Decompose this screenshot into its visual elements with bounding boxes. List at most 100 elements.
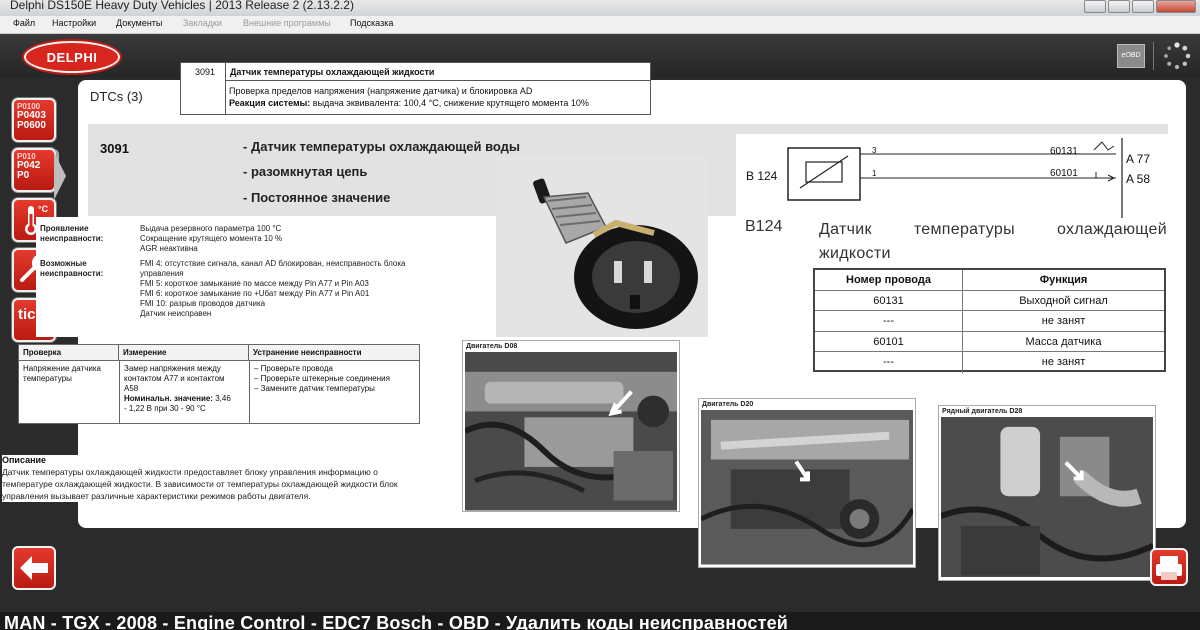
wire-number-cell: 60131 — [815, 290, 963, 310]
engine-photo-d28: Рядный двигатель D28 — [938, 405, 1156, 581]
minimize-button[interactable] — [1084, 0, 1106, 13]
delphi-logo: DELPHI — [24, 41, 120, 73]
header-wire-number: Номер провода — [815, 270, 963, 290]
function-cell: Выходной сигнал — [1019, 294, 1108, 307]
wire-table: Номер провода Функция 60131 Выходной сиг… — [813, 268, 1166, 373]
menu-bookmarks: Закладки — [183, 18, 222, 28]
popup-reaction: Реакция системы: выдача эквивалента: 100… — [229, 98, 589, 108]
possible-causes-text: FMI 4: отсутствие сигнала, канал AD блок… — [140, 259, 405, 319]
engine-image — [941, 417, 1153, 578]
reaction-text: выдача эквивалента: 100,4 °C, снижение к… — [310, 98, 589, 108]
description-heading: Описание — [2, 455, 47, 465]
schematic-drawing — [787, 138, 1123, 218]
connector-bottom: A 58 — [1126, 172, 1151, 186]
text-line: Выдача резервного параметра 100 °C — [140, 224, 282, 233]
back-button[interactable] — [12, 546, 56, 590]
label-line: неисправности: — [40, 234, 104, 243]
label-line: Проявление — [40, 224, 89, 233]
nominal-line: Номинальн. значение: 3,46 — [124, 394, 249, 404]
breadcrumb-path: MAN - TGX - 2008 - Engine Control - EDC7… — [4, 613, 789, 630]
description-block: Описание Датчик температуры охлаждающей … — [2, 455, 460, 502]
manifestation-text: Выдача резервного параметра 100 °C Сокра… — [140, 224, 282, 254]
nominal-range: - 1,22 В при 30 - 90 °C — [124, 404, 206, 413]
engine-image — [701, 410, 913, 565]
wire-number-cell: --- — [815, 352, 963, 373]
label-line: неисправности: — [40, 269, 104, 278]
dtc-line-3: - Постоянное значение — [243, 190, 391, 205]
dtc-clear-icon[interactable]: P010 P042 P0 — [12, 148, 56, 192]
text-line: FMI 10: разрыв проводов датчика — [140, 299, 266, 308]
component-name: Датчик температуры охлаждающей жидкости — [819, 221, 1167, 262]
cell-line: A58 — [124, 384, 139, 393]
dtc-line-1: - Датчик температуры охлаждающей воды — [243, 139, 521, 154]
cell-line: температуры — [23, 374, 72, 383]
back-arrow-icon — [20, 556, 48, 580]
nominal-value: 3,46 — [212, 394, 231, 403]
text-line: AGR неактивна — [140, 244, 198, 253]
measure-cell: Замер напряжения между контактом A77 и к… — [119, 361, 249, 423]
menu-documents[interactable]: Документы — [116, 18, 162, 28]
restore-button[interactable] — [1108, 0, 1130, 13]
component-id: B124 — [745, 218, 783, 235]
measure-header: Измерение — [119, 345, 249, 361]
cell-line: Напряжение датчика — [23, 364, 101, 373]
text-line: FMI 6: короткое замыкание по +Uбат между… — [140, 289, 370, 298]
close-button[interactable] — [1156, 0, 1196, 13]
reaction-label: Реакция системы: — [229, 98, 311, 108]
text-line: Датчик температуры охлаждающей жидкости … — [2, 467, 378, 477]
dtc-info-popup: 3091 Датчик температуры охлаждающей жидк… — [180, 62, 651, 115]
menu-external-programs: Внешние программы — [243, 18, 331, 28]
function-cell: не занят — [1041, 315, 1086, 327]
table-row: --- не занят — [815, 311, 1164, 332]
text-line: Сокращение крутящего момента 10 % — [140, 234, 283, 243]
function-cell: не занят — [1041, 356, 1086, 368]
celsius-label: °C — [38, 204, 49, 214]
text-line: температуре охлаждающей жидкости. В зави… — [2, 479, 398, 489]
text-line: управления вызывает различные характерис… — [2, 491, 311, 501]
window-title: Delphi DS150E Heavy Duty Vehicles | 2013… — [10, 0, 354, 12]
pin-top: 3 — [872, 146, 877, 155]
popup-header: Датчик температуры охлаждающей жидкости — [226, 63, 650, 81]
engine-photo-d08: Двигатель D08 — [462, 340, 680, 512]
menu-help[interactable]: Подсказка — [350, 18, 393, 28]
popup-code: 3091 — [181, 63, 226, 114]
code-3: P0 — [17, 170, 30, 181]
dtc-list-icon[interactable]: P0100 P0403 P0600 — [12, 98, 56, 142]
active-indicator-arrow — [54, 152, 66, 200]
check-cell: Напряжение датчика температуры — [19, 361, 119, 384]
label-line: Возможные — [40, 259, 87, 268]
wiring-schematic: B 124 3 1 60131 60101 A 77 A 58 — [736, 134, 1168, 222]
menu-file[interactable]: Файл — [13, 18, 35, 28]
component-label: B 124 — [746, 169, 778, 183]
wire-number-cell: --- — [815, 311, 963, 331]
table-row: 60101 Масса датчика — [815, 331, 1164, 352]
window-controls — [1084, 0, 1196, 14]
dtc-line-2: - разомкнутая цепь — [243, 164, 368, 179]
engine-photo-d20: Двигатель D20 — [698, 398, 916, 568]
table-row: --- не занят — [815, 352, 1164, 373]
cell-line: – Проверьте провода — [254, 364, 333, 373]
maximize-button[interactable] — [1132, 0, 1154, 13]
nominal-label: Номинальн. значение: — [124, 394, 213, 403]
possible-causes-label: Возможные неисправности: — [40, 259, 103, 279]
code-3: P0600 — [17, 120, 46, 131]
cell-line: – Замените датчик температуры — [254, 384, 375, 393]
header-divider — [1153, 42, 1154, 70]
fix-cell: – Проверьте провода – Проверьте штекерны… — [249, 361, 419, 423]
cell-line: – Проверьте штекерные соединения — [254, 374, 390, 383]
function-cell: Масса датчика — [1025, 335, 1102, 348]
print-icon — [1156, 556, 1182, 580]
description-text: Датчик температуры охлаждающей жидкости … — [2, 466, 460, 502]
eobd-button[interactable]: eOBD — [1117, 44, 1145, 68]
fault-info-block: Проявление неисправности: Выдача резервн… — [36, 217, 456, 337]
print-button[interactable] — [1150, 548, 1188, 586]
photo-caption: Двигатель D08 — [466, 343, 518, 350]
fix-header: Устранение неисправности — [249, 345, 419, 361]
menu-settings[interactable]: Настройки — [52, 18, 96, 28]
check-header: Проверка — [19, 345, 119, 361]
photo-caption: Рядный двигатель D28 — [942, 408, 1023, 415]
popup-check-text: Проверка пределов напряжения (напряжение… — [229, 86, 533, 96]
dtc-code: 3091 — [100, 141, 129, 156]
eobd-label: eOBD — [1121, 52, 1141, 59]
photo-caption: Двигатель D20 — [702, 401, 754, 408]
